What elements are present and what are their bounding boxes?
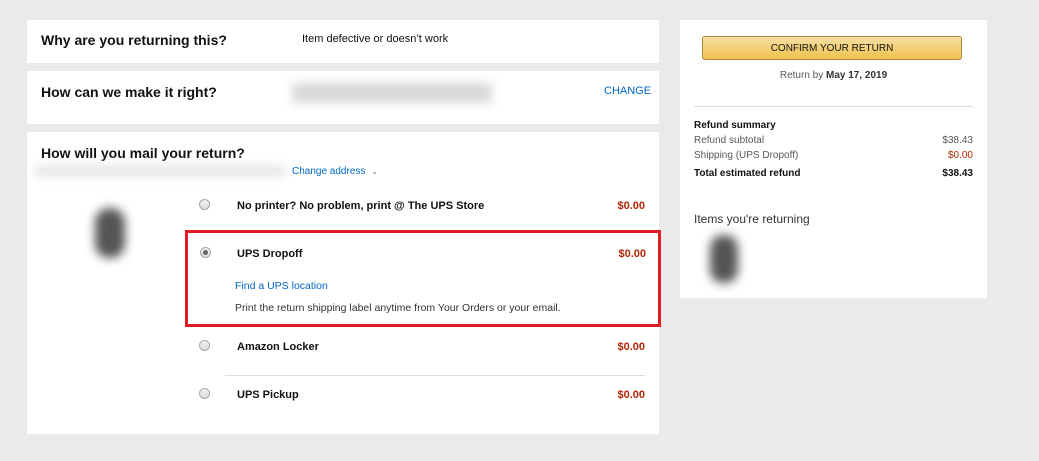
mail-panel: How will you mail your return? Change ad…	[27, 132, 661, 434]
product-image	[95, 208, 125, 258]
resolution-panel: How can we make it right? CHANGE	[27, 71, 659, 124]
items-returning-title: Items you're returning	[694, 212, 810, 226]
chevron-down-icon: ⌄	[371, 167, 378, 176]
option-price: $0.00	[617, 389, 645, 401]
refund-subtotal-row: Refund subtotal $38.43	[694, 135, 973, 146]
confirm-return-button[interactable]: CONFIRM YOUR RETURN	[702, 36, 962, 60]
mail-option-ups-dropoff[interactable]: UPS Dropoff $0.00 Find a UPS location Pr…	[185, 230, 661, 327]
dropoff-note: Print the return shipping label anytime …	[235, 302, 561, 314]
reason-title: Why are you returning this?	[41, 32, 227, 48]
change-address-label: Change address	[292, 166, 366, 177]
reason-value: Item defective or doesn’t work	[302, 33, 449, 45]
radio-amazon-locker[interactable]	[199, 340, 210, 351]
total-refund-value: $38.43	[942, 168, 973, 179]
radio-ups-dropoff[interactable]	[200, 247, 211, 258]
returning-item-image	[710, 235, 738, 283]
total-refund-row: Total estimated refund $38.43	[694, 168, 973, 179]
summary-divider	[694, 106, 973, 107]
return-by-date: May 17, 2019	[825, 70, 888, 81]
reason-panel: Why are you returning this? Item defecti…	[27, 20, 659, 63]
change-resolution-link[interactable]: CHANGE	[604, 85, 651, 97]
option-divider	[225, 375, 645, 376]
return-by-prefix: Return by	[779, 70, 824, 81]
mail-title: How will you mail your return?	[41, 145, 245, 161]
find-ups-location-link[interactable]: Find a UPS location	[235, 280, 328, 292]
option-label: UPS Pickup	[237, 389, 299, 401]
return-by: Return by May 17, 2019	[680, 70, 987, 81]
option-price: $0.00	[617, 341, 645, 353]
shipping-label: Shipping (UPS Dropoff)	[694, 150, 799, 161]
refund-summary-title: Refund summary	[694, 120, 776, 131]
option-label: Amazon Locker	[237, 341, 319, 353]
shipping-row: Shipping (UPS Dropoff) $0.00	[694, 150, 973, 161]
address-redacted	[35, 166, 285, 176]
resolution-value-redacted	[292, 83, 492, 103]
mail-option-amazon-locker[interactable]: Amazon Locker $0.00	[187, 336, 659, 366]
summary-panel: CONFIRM YOUR RETURN Return by May 17, 20…	[680, 20, 987, 298]
refund-subtotal-value: $38.43	[942, 135, 973, 146]
change-address-link[interactable]: Change address ⌄	[292, 166, 378, 177]
mail-option-ups-store[interactable]: No printer? No problem, print @ The UPS …	[187, 194, 659, 224]
total-refund-label: Total estimated refund	[694, 168, 801, 179]
option-price: $0.00	[617, 200, 645, 212]
resolution-title: How can we make it right?	[41, 84, 217, 100]
radio-ups-pickup[interactable]	[199, 388, 210, 399]
shipping-value: $0.00	[947, 150, 973, 161]
option-label: UPS Dropoff	[237, 248, 303, 260]
mail-option-ups-pickup[interactable]: UPS Pickup $0.00	[187, 384, 659, 414]
option-label: No printer? No problem, print @ The UPS …	[237, 200, 485, 212]
radio-ups-store[interactable]	[199, 199, 210, 210]
refund-subtotal-label: Refund subtotal	[694, 135, 765, 146]
option-price: $0.00	[618, 248, 646, 260]
